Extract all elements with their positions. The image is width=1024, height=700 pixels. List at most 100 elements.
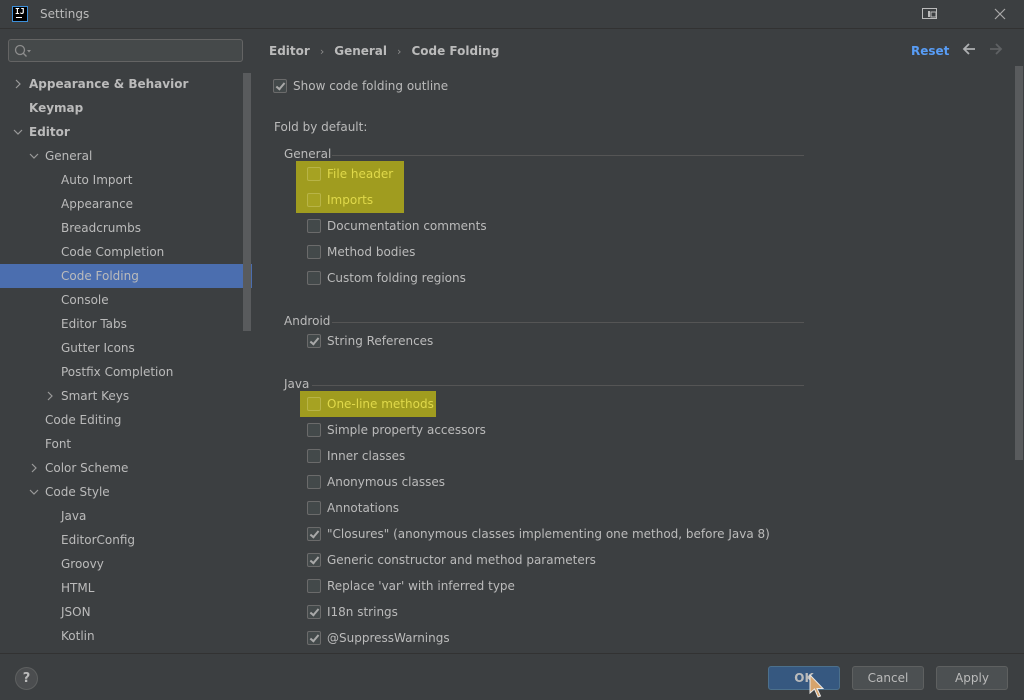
arrow-left-icon [962, 43, 975, 55]
checkbox-box[interactable] [307, 605, 321, 619]
sidebar-item-code-completion[interactable]: Code Completion [0, 240, 252, 264]
back-button[interactable] [962, 42, 976, 59]
option-anonymous-classes[interactable]: Anonymous classes [307, 472, 445, 492]
option-imports[interactable]: Imports [307, 190, 373, 210]
option-simple-property-accessors[interactable]: Simple property accessors [307, 420, 486, 440]
window-mode-icon [922, 8, 937, 19]
checkbox-box[interactable] [307, 501, 321, 515]
group-title-general: General [284, 147, 332, 161]
checkbox-box[interactable] [307, 167, 321, 181]
sidebar-item-editor-tabs[interactable]: Editor Tabs [0, 312, 252, 336]
option-one-line-methods[interactable]: One-line methods [307, 394, 434, 414]
sidebar-item-label: Kotlin [61, 629, 95, 643]
chevron-right-icon[interactable] [44, 384, 56, 408]
sidebar-item-kotlin[interactable]: Kotlin [0, 624, 252, 648]
intellij-logo-icon: IJ [12, 6, 28, 22]
checkbox-box[interactable] [307, 579, 321, 593]
chevron-down-icon[interactable] [12, 120, 24, 144]
checkbox-label: Anonymous classes [327, 475, 445, 489]
breadcrumb-item-editor: Editor [269, 44, 310, 58]
sidebar-item-editor[interactable]: Editor [0, 120, 252, 144]
checkbox-label: Documentation comments [327, 219, 487, 233]
restore-window-button[interactable] [919, 4, 941, 24]
option-method-bodies[interactable]: Method bodies [307, 242, 415, 262]
sidebar-item-code-folding[interactable]: Code Folding [0, 264, 252, 288]
checkbox-box[interactable] [307, 423, 321, 437]
sidebar-item-breadcrumbs[interactable]: Breadcrumbs [0, 216, 252, 240]
checkbox-box[interactable] [307, 631, 321, 645]
option-custom-folding-regions[interactable]: Custom folding regions [307, 268, 466, 288]
option-documentation-comments[interactable]: Documentation comments [307, 216, 487, 236]
show-outline-checkbox[interactable]: Show code folding outline [273, 76, 448, 96]
window-title: Settings [40, 7, 90, 21]
arrow-right-icon [990, 43, 1003, 55]
sidebar-item-groovy[interactable]: Groovy [0, 552, 252, 576]
sidebar-item-gutter-icons[interactable]: Gutter Icons [0, 336, 252, 360]
checkbox-label: Inner classes [327, 449, 406, 463]
sidebar-item-label: Appearance [61, 197, 134, 211]
sidebar-item-keymap[interactable]: Keymap [0, 96, 252, 120]
option-suppresswarnings[interactable]: @SuppressWarnings [307, 628, 450, 648]
option-generic-constructor-and-method-parameters[interactable]: Generic constructor and method parameter… [307, 550, 596, 570]
cancel-button[interactable]: Cancel [852, 666, 924, 690]
chevron-down-icon[interactable] [28, 480, 40, 504]
sidebar-item-auto-import[interactable]: Auto Import [0, 168, 252, 192]
checkbox-label: Simple property accessors [327, 423, 486, 437]
checkbox-label: I18n strings [327, 605, 398, 619]
sidebar-item-smart-keys[interactable]: Smart Keys [0, 384, 252, 408]
sidebar-item-label: Code Editing [45, 413, 122, 427]
close-window-button[interactable] [989, 4, 1011, 24]
checkbox-box[interactable] [307, 271, 321, 285]
sidebar-item-label: Code Style [45, 485, 110, 499]
checkbox-box[interactable] [307, 553, 321, 567]
option-string-references[interactable]: String References [307, 331, 433, 351]
checkbox-box[interactable] [307, 193, 321, 207]
option-closures-anonymous-classes-implementing-one-method-before-java-8[interactable]: "Closures" (anonymous classes implementi… [307, 524, 770, 544]
sidebar-item-appearance[interactable]: Appearance [0, 192, 252, 216]
chevron-right-icon[interactable] [28, 456, 40, 480]
sidebar-item-label: EditorConfig [61, 533, 136, 547]
sidebar-item-font[interactable]: Font [0, 432, 252, 456]
option-file-header[interactable]: File header [307, 164, 393, 184]
app-icon-text: IJ [15, 7, 25, 16]
checkbox-box[interactable] [273, 79, 287, 93]
sidebar-scrollbar[interactable] [243, 73, 251, 331]
sidebar-item-postfix-completion[interactable]: Postfix Completion [0, 360, 252, 384]
sidebar-item-java[interactable]: Java [0, 504, 252, 528]
sidebar-item-general[interactable]: General [0, 144, 252, 168]
checkbox-label: "Closures" (anonymous classes implementi… [327, 527, 770, 541]
content-scrollbar[interactable] [1015, 66, 1023, 460]
option-inner-classes[interactable]: Inner classes [307, 446, 405, 466]
reset-link[interactable]: Reset [911, 44, 949, 58]
chevron-down-icon[interactable] [28, 144, 40, 168]
settings-search-input[interactable] [8, 39, 243, 62]
group-separator [332, 322, 804, 323]
checkbox-box[interactable] [307, 334, 321, 348]
checkbox-box[interactable] [307, 219, 321, 233]
forward-button[interactable] [989, 42, 1003, 59]
breadcrumb: Editor › General › Code Folding [269, 44, 499, 58]
checkbox-box[interactable] [307, 449, 321, 463]
option-i18n-strings[interactable]: I18n strings [307, 602, 398, 622]
checkbox-box[interactable] [307, 527, 321, 541]
sidebar-item-appearance-behavior[interactable]: Appearance & Behavior [0, 72, 252, 96]
breadcrumb-separator-icon: › [397, 44, 402, 58]
sidebar-item-code-editing[interactable]: Code Editing [0, 408, 252, 432]
sidebar-item-editorconfig[interactable]: EditorConfig [0, 528, 252, 552]
sidebar-item-code-style[interactable]: Code Style [0, 480, 252, 504]
sidebar-item-label: Keymap [29, 101, 84, 115]
chevron-right-icon[interactable] [12, 72, 24, 96]
checkbox-label: Show code folding outline [293, 79, 449, 93]
checkbox-box[interactable] [307, 245, 321, 259]
apply-button[interactable]: Apply [936, 666, 1008, 690]
ok-button[interactable]: OK [768, 666, 840, 690]
help-button[interactable]: ? [15, 667, 38, 690]
sidebar-item-color-scheme[interactable]: Color Scheme [0, 456, 252, 480]
checkbox-box[interactable] [307, 475, 321, 489]
checkbox-box[interactable] [307, 397, 321, 411]
sidebar-item-html[interactable]: HTML [0, 576, 252, 600]
sidebar-item-json[interactable]: JSON [0, 600, 252, 624]
option-replace-var-with-inferred-type[interactable]: Replace 'var' with inferred type [307, 576, 515, 596]
option-annotations[interactable]: Annotations [307, 498, 399, 518]
sidebar-item-console[interactable]: Console [0, 288, 252, 312]
